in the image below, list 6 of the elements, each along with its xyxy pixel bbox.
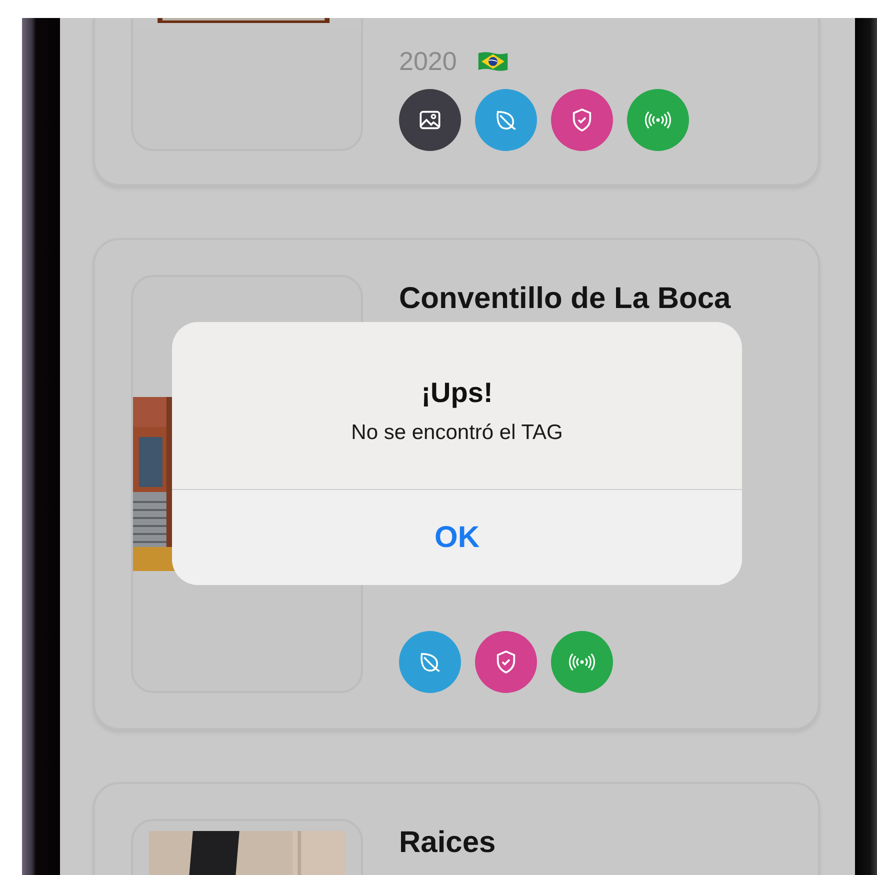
- flag-icon: [476, 50, 509, 73]
- alert-title: ¡Ups!: [421, 376, 493, 408]
- alert-message: No se encontró el TAG: [351, 420, 563, 444]
- year-label: 2020: [399, 46, 457, 77]
- item-title: Raices: [399, 826, 497, 860]
- item-title: Conventillo de La Boca: [399, 282, 732, 316]
